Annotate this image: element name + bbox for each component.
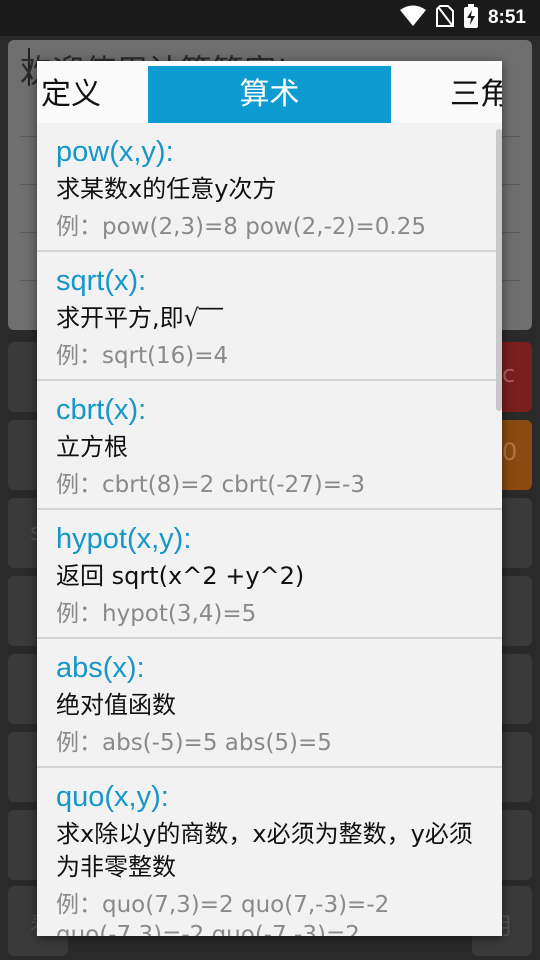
battery-charging-icon <box>463 4 478 32</box>
no-sim-icon <box>435 5 454 31</box>
tab-trigonometry[interactable]: 三角 <box>450 66 502 123</box>
function-description: 立方根 <box>56 433 128 461</box>
wifi-icon <box>399 5 426 31</box>
list-item[interactable]: abs(x): 绝对值函数 例：abs(-5)=5 abs(5)=5 <box>37 639 502 768</box>
list-item[interactable]: sqrt(x): 求开平方,即√‾‾ 例：sqrt(16)=4 <box>37 252 502 381</box>
function-example: 例：hypot(3,4)=5 <box>56 601 257 627</box>
function-reference-dialog: 定义 算术 三角 pow(x,y): 求某数x的任意y次方 例：pow(2,3)… <box>37 61 502 936</box>
function-signature: pow(x,y): <box>56 136 174 168</box>
function-description: 返回 sqrt(x^2 +y^2) <box>56 562 305 590</box>
list-item[interactable]: hypot(x,y): 返回 sqrt(x^2 +y^2) 例：hypot(3,… <box>37 510 502 639</box>
function-example: 例：cbrt(8)=2 cbrt(-27)=-3 <box>56 472 365 498</box>
status-time: 8:51 <box>487 7 526 28</box>
function-signature: hypot(x,y): <box>56 523 192 555</box>
function-signature: quo(x,y): <box>56 781 169 813</box>
tab-definition[interactable]: 定义 <box>41 66 101 123</box>
function-example: 例：pow(2,3)=8 pow(2,-2)=0.25 <box>56 214 427 240</box>
list-scrollbar[interactable] <box>496 129 502 411</box>
status-icons: 8:51 <box>399 0 526 36</box>
function-signature: abs(x): <box>56 652 145 684</box>
function-description: 求开平方,即√‾‾ <box>56 304 223 332</box>
function-example: 例：abs(-5)=5 abs(5)=5 <box>56 730 332 756</box>
function-signature: sqrt(x): <box>56 265 147 297</box>
status-bar: 8:51 <box>0 0 540 36</box>
list-item[interactable]: pow(x,y): 求某数x的任意y次方 例：pow(2,3)=8 pow(2,… <box>37 123 502 252</box>
list-item[interactable]: cbrt(x): 立方根 例：cbrt(8)=2 cbrt(-27)=-3 <box>37 381 502 510</box>
function-description: 绝对值函数 <box>56 691 176 719</box>
function-list[interactable]: pow(x,y): 求某数x的任意y次方 例：pow(2,3)=8 pow(2,… <box>37 123 502 936</box>
function-description: 求某数x的任意y次方 <box>56 175 277 203</box>
tab-arithmetic[interactable]: 算术 <box>148 66 391 123</box>
list-item[interactable]: quo(x,y): 求x除以y的商数，x必须为整数，y必须为非零整数 例：quo… <box>37 768 502 936</box>
function-example: 例：quo(7,3)=2 quo(7,-3)=-2 quo(-7,3)=-2 q… <box>56 892 390 936</box>
function-example: 例：sqrt(16)=4 <box>56 343 229 369</box>
category-tabs: 定义 算术 三角 <box>37 61 502 123</box>
clear-key-label: c <box>502 360 516 388</box>
key-label: 0 <box>502 438 518 466</box>
function-signature: cbrt(x): <box>56 394 147 426</box>
function-description: 求x除以y的商数，x必须为整数，y必须为非零整数 <box>56 820 473 881</box>
